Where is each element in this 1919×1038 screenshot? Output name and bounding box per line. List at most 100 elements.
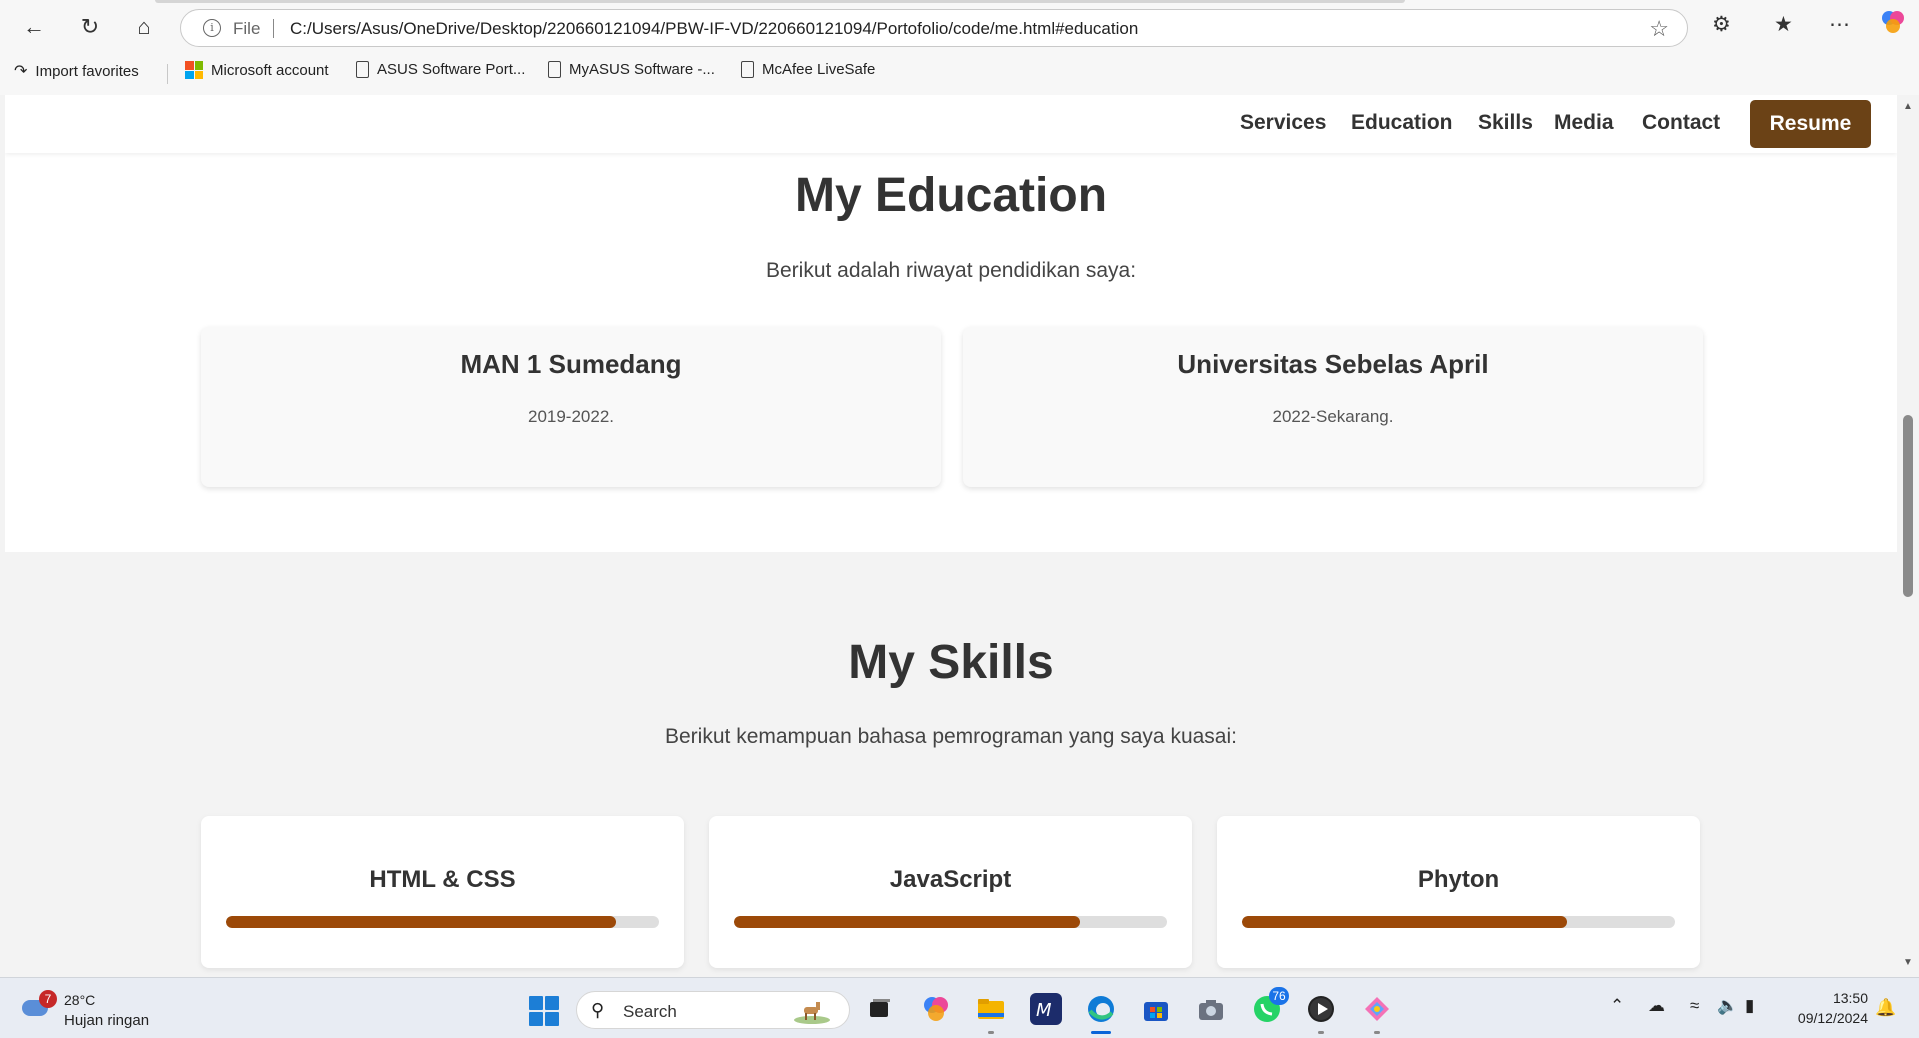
education-school-name: Universitas Sebelas April [1177, 349, 1489, 379]
file-scheme-label: File [233, 19, 261, 38]
volume-icon[interactable]: 🔈 [1717, 996, 1738, 1016]
bookmark-microsoft-account[interactable]: Microsoft account [185, 61, 329, 79]
running-indicator [1374, 1031, 1380, 1034]
skills-section: My Skills Berikut kemampuan bahasa pemro… [5, 552, 1897, 977]
extensions-icon[interactable]: ⚙ [1712, 12, 1731, 37]
address-divider [273, 19, 274, 38]
svg-text:M: M [1036, 1000, 1052, 1021]
start-button-icon[interactable] [529, 996, 559, 1026]
back-arrow-icon[interactable]: ← [16, 11, 52, 43]
browser-toolbar: ← ↻ ⌂ i File C:/Users/Asus/OneDrive/Desk… [0, 0, 1919, 95]
microsoft-store-icon[interactable] [1140, 993, 1172, 1025]
copilot-icon[interactable] [1880, 9, 1906, 41]
weather-temperature: 28°C [64, 992, 96, 1008]
whatsapp-badge: 76 [1269, 987, 1289, 1005]
weather-condition: Hujan ringan [64, 1012, 150, 1029]
page-icon [548, 61, 561, 78]
more-menu-icon[interactable]: ⋯ [1829, 12, 1850, 37]
snipping-tool-icon[interactable] [1361, 993, 1393, 1025]
education-subtitle: Berikut adalah riwayat pendidikan saya: [765, 259, 1137, 282]
education-years: 2019-2022. [527, 407, 615, 426]
search-highlight-icon [794, 1002, 830, 1024]
wifi-icon[interactable]: ≈ [1690, 996, 1699, 1016]
favorite-star-icon[interactable]: ☆ [1649, 16, 1669, 42]
skill-progress-fill [1242, 916, 1567, 928]
scroll-down-arrow-icon[interactable]: ▼ [1903, 957, 1913, 968]
search-icon: ⚲ [591, 1000, 605, 1020]
onedrive-offline-icon[interactable]: ☁ [1648, 996, 1665, 1016]
microsoft-logo-icon [185, 61, 203, 79]
bookmarks-bar: ↷ Import favorites Microsoft account ASU… [0, 57, 1919, 87]
bookmark-asus-software[interactable]: ASUS Software Port... [356, 61, 525, 78]
bookmark-label: ASUS Software Port... [377, 61, 526, 78]
copilot-app-icon[interactable] [920, 993, 952, 1025]
taskbar-search[interactable]: ⚲ Search [576, 991, 850, 1029]
battery-icon[interactable]: ▮ [1745, 996, 1754, 1016]
bookmark-divider [167, 64, 168, 84]
resume-button[interactable]: Resume [1750, 100, 1871, 148]
page-icon [741, 61, 754, 78]
skill-name: HTML & CSS [369, 866, 516, 893]
clock-time: 13:50 [1832, 990, 1868, 1006]
ai-app-icon[interactable]: M [1030, 993, 1062, 1025]
task-view-icon[interactable] [864, 993, 896, 1025]
skill-progress-track [734, 916, 1167, 928]
nav-link-skills[interactable]: Skills [1478, 111, 1533, 135]
skill-progress-track [1242, 916, 1675, 928]
bookmark-import-favorites[interactable]: ↷ Import favorites [14, 61, 139, 81]
skill-name: JavaScript [889, 866, 1012, 893]
clock-date: 09/12/2024 [1797, 1010, 1868, 1026]
skill-card: Phyton [1217, 816, 1700, 968]
page-icon [356, 61, 369, 78]
file-explorer-icon[interactable] [975, 993, 1007, 1025]
page-scrollbar[interactable]: ▲ ▼ [1897, 95, 1919, 977]
tab-strip [155, 0, 1405, 3]
bookmark-myasus-software[interactable]: MyASUS Software -... [548, 61, 715, 78]
scroll-up-arrow-icon[interactable]: ▲ [1903, 101, 1913, 112]
edge-browser-icon[interactable] [1085, 993, 1117, 1025]
skill-name: Phyton [1417, 866, 1500, 893]
education-school-name: MAN 1 Sumedang [460, 349, 682, 379]
skill-progress-fill [734, 916, 1081, 928]
info-icon[interactable]: i [203, 19, 221, 37]
education-card: Universitas Sebelas April 2022-Sekarang. [963, 327, 1703, 487]
refresh-icon[interactable]: ↻ [72, 11, 108, 43]
skill-progress-fill [226, 916, 616, 928]
site-navbar: Services Education Skills Media Contact … [5, 95, 1897, 153]
skill-card: HTML & CSS [201, 816, 684, 968]
bookmark-label: MyASUS Software -... [569, 61, 715, 78]
bookmark-label: McAfee LiveSafe [762, 61, 876, 78]
nav-link-contact[interactable]: Contact [1642, 111, 1720, 135]
favorites-icon[interactable]: ★ [1774, 12, 1793, 37]
weather-badge: 7 [39, 990, 57, 1008]
education-title: My Education [794, 169, 1108, 222]
whatsapp-icon[interactable]: 76 [1251, 987, 1289, 1025]
import-icon: ↷ [14, 63, 28, 80]
nav-link-media[interactable]: Media [1554, 111, 1614, 135]
nav-link-services[interactable]: Services [1240, 111, 1326, 135]
education-section: My Education Berikut adalah riwayat pend… [5, 153, 1897, 552]
nav-link-education[interactable]: Education [1351, 111, 1453, 135]
media-player-icon[interactable] [1305, 993, 1337, 1025]
active-app-indicator [1091, 1031, 1111, 1034]
skills-subtitle: Berikut kemampuan bahasa pemrograman yan… [665, 725, 1237, 748]
scrollbar-thumb[interactable] [1903, 415, 1913, 597]
address-bar[interactable]: i File C:/Users/Asus/OneDrive/Desktop/22… [180, 9, 1688, 47]
running-indicator [1318, 1031, 1324, 1034]
show-hidden-icons-chevron-icon[interactable]: ⌃ [1610, 996, 1624, 1016]
skill-card: JavaScript [709, 816, 1192, 968]
url-text[interactable]: C:/Users/Asus/OneDrive/Desktop/220660121… [290, 19, 1138, 39]
home-icon[interactable]: ⌂ [126, 11, 162, 43]
running-indicator [988, 1031, 994, 1034]
bookmark-label: Import favorites [35, 62, 139, 80]
education-years: 2022-Sekarang. [1272, 407, 1394, 426]
notification-bell-icon[interactable]: 🔔 [1875, 998, 1896, 1018]
skills-title: My Skills [848, 636, 1054, 689]
system-clock[interactable]: 13:50 09/12/2024 [1780, 988, 1868, 1028]
windows-taskbar: 7 28°C Hujan ringan ⚲ Search M 76 ⌃ ☁ ≈ … [0, 977, 1919, 1038]
search-label: Search [623, 1002, 677, 1021]
camera-icon[interactable] [1195, 993, 1227, 1025]
education-card: MAN 1 Sumedang 2019-2022. [201, 327, 941, 487]
bookmark-mcafee-livesafe[interactable]: McAfee LiveSafe [741, 61, 875, 78]
skill-progress-track [226, 916, 659, 928]
